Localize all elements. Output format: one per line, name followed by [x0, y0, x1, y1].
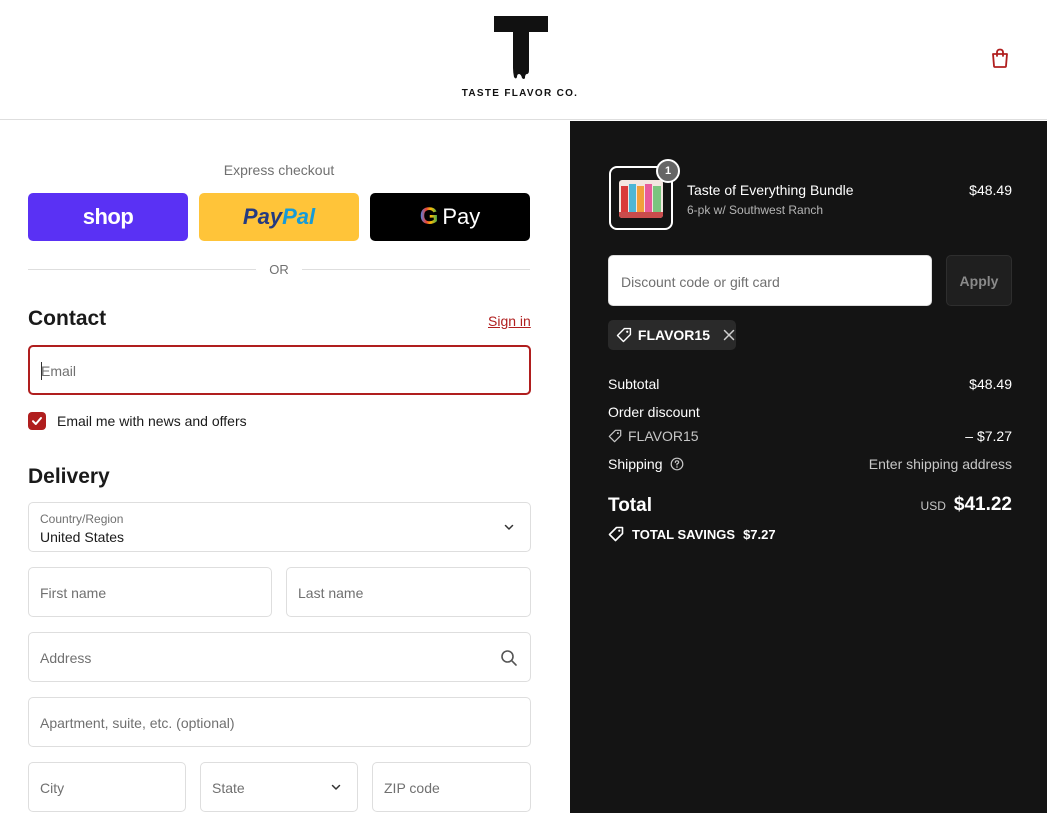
product-title: Taste of Everything Bundle	[687, 182, 854, 198]
last-name-placeholder: Last name	[298, 585, 364, 601]
shop-pay-button[interactable]: shop	[28, 193, 188, 241]
discount-value: – $7.27	[965, 428, 1012, 444]
google-pay-button[interactable]: G Pay	[370, 193, 530, 241]
checkout-form: Express checkout shop Pay Pal G Pay OR Con…	[0, 121, 570, 813]
search-icon[interactable]	[500, 649, 518, 667]
newsletter-checkbox[interactable]	[28, 412, 46, 430]
checkmark-icon	[32, 417, 42, 425]
tag-icon	[616, 327, 632, 343]
address-field[interactable]: Address	[28, 632, 531, 682]
first-name-field[interactable]: First name	[28, 567, 272, 617]
google-g-icon: G	[419, 203, 439, 230]
order-discount-label: Order discount	[608, 404, 700, 420]
address-placeholder: Address	[40, 650, 92, 666]
apply-discount-button[interactable]: Apply	[946, 255, 1012, 306]
first-name-placeholder: First name	[40, 585, 107, 601]
applied-code-label: FLAVOR15	[637, 327, 710, 343]
state-select[interactable]: State	[200, 762, 358, 812]
brand-name: TASTE FLAVOR CO.	[461, 88, 579, 99]
product-thumbnail: 1	[609, 159, 680, 230]
subtotal-value: $48.49	[969, 376, 1012, 392]
shipping-label: Shipping	[608, 456, 663, 472]
city-field[interactable]: City	[28, 762, 186, 812]
zip-placeholder: ZIP code	[384, 780, 440, 796]
total-savings-row: TOTAL SAVINGS $7.27	[608, 526, 776, 542]
sign-in-link[interactable]: Sign in	[488, 313, 531, 329]
chevron-down-icon	[331, 784, 341, 790]
currency-code: USD	[920, 499, 946, 513]
product-price: $48.49	[969, 182, 1012, 198]
total-value-group: USD $41.22	[921, 494, 1012, 516]
product-box-icon	[619, 180, 663, 218]
savings-label: TOTAL SAVINGS	[632, 526, 736, 542]
apartment-field[interactable]: Apartment, suite, etc. (optional)	[28, 697, 531, 747]
google-pay-label: Pay	[442, 204, 481, 229]
country-value: United States	[40, 529, 125, 545]
total-label: Total	[608, 495, 652, 516]
product-variant: 6-pk w/ Southwest Ranch	[687, 203, 824, 217]
savings-value: $7.27	[743, 526, 776, 542]
country-label: Country/Region	[40, 512, 124, 526]
shopping-bag-icon	[992, 48, 1008, 68]
divider-line	[302, 269, 530, 270]
last-name-field[interactable]: Last name	[286, 567, 531, 617]
order-summary: 1 Taste of Everything Bundle 6-pk w/ Sou…	[570, 121, 1047, 813]
cart-button[interactable]	[986, 44, 1014, 72]
state-placeholder: State	[212, 780, 245, 796]
paypal-button[interactable]: Pay Pal	[199, 193, 359, 241]
header: TASTE FLAVOR CO.	[0, 0, 1047, 120]
discount-placeholder: Discount code or gift card	[621, 274, 780, 290]
tag-icon	[608, 526, 624, 542]
quantity-badge: 1	[656, 159, 680, 183]
newsletter-label: Email me with news and offers	[57, 413, 247, 429]
subtotal-label: Subtotal	[608, 376, 660, 392]
city-placeholder: City	[40, 780, 65, 796]
discount-code-name: FLAVOR15	[628, 428, 699, 444]
email-field[interactable]: Email	[28, 345, 531, 395]
newsletter-checkbox-row[interactable]: Email me with news and offers	[28, 410, 247, 432]
remove-discount-button[interactable]	[722, 328, 736, 342]
close-icon	[723, 329, 735, 341]
apartment-placeholder: Apartment, suite, etc. (optional)	[40, 715, 235, 731]
total-amount: $41.22	[953, 494, 1012, 515]
help-circle-icon[interactable]	[670, 457, 684, 471]
email-placeholder: Email	[41, 363, 77, 379]
country-select[interactable]: Country/Region United States	[28, 502, 531, 552]
applied-discount-chip: FLAVOR15	[608, 320, 736, 350]
shipping-row: Shipping	[608, 456, 684, 472]
paypal-label-pal: Pal	[282, 204, 316, 229]
tag-icon	[608, 429, 622, 443]
delivery-title: Delivery	[28, 465, 110, 488]
discount-code-row: FLAVOR15	[608, 428, 699, 444]
zip-field[interactable]: ZIP code	[372, 762, 531, 812]
product-image	[619, 180, 663, 218]
brand-logo[interactable]: TASTE FLAVOR CO.	[455, 16, 585, 102]
express-checkout-label: Express checkout	[223, 162, 335, 178]
chevron-down-icon	[504, 524, 514, 530]
contact-title: Contact	[28, 307, 107, 330]
discount-code-input[interactable]: Discount code or gift card	[608, 255, 932, 306]
or-divider: OR	[28, 260, 530, 280]
shop-pay-label: shop	[82, 204, 134, 229]
paypal-label-pay: Pay	[242, 204, 283, 229]
t-logo-icon	[494, 16, 548, 79]
shipping-value: Enter shipping address	[868, 456, 1012, 472]
